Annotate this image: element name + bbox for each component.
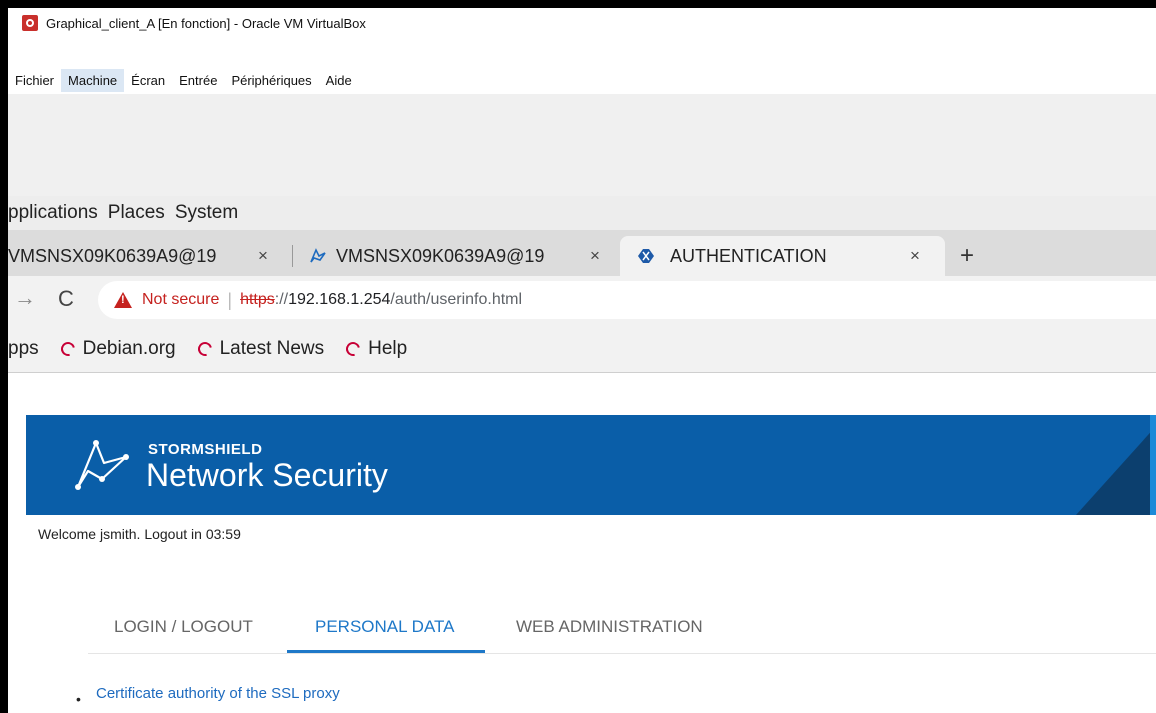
tab-title: AUTHENTICATION — [670, 245, 827, 266]
stormshield-shield-icon — [638, 249, 654, 263]
window-title-bar: Graphical_client_A [En fonction] - Oracl… — [8, 8, 1156, 38]
brand-product: Network Security — [146, 457, 388, 493]
tab-separator — [292, 245, 293, 267]
url-path: /auth/userinfo.html — [390, 291, 523, 308]
tab-close-icon[interactable]: × — [258, 246, 268, 266]
menu-peripheriques[interactable]: Périphériques — [224, 69, 318, 92]
menu-entree[interactable]: Entrée — [172, 69, 224, 92]
stormshield-banner: STORMSHIELD Network Security — [26, 415, 1156, 515]
banner-decoration — [1076, 415, 1156, 515]
gnome-places-menu[interactable]: Places — [108, 202, 165, 224]
tab-personal-data[interactable]: PERSONAL DATA — [315, 617, 455, 637]
bookmark-label: pps — [8, 338, 39, 359]
bookmark-label: Help — [368, 338, 408, 359]
banner-decoration-edge — [1150, 415, 1156, 515]
browser-tab-2[interactable]: VMSNSX09K0639A9@19 × — [308, 236, 618, 276]
menu-ecran[interactable]: Écran — [124, 69, 172, 92]
active-tab-indicator — [287, 650, 485, 653]
new-tab-button[interactable]: + — [960, 242, 974, 270]
address-bar[interactable]: Not secure | https://192.168.1.254/auth/… — [98, 281, 1156, 319]
vm-display-top — [8, 94, 1156, 196]
stormshield-logo-icon — [75, 440, 129, 490]
not-secure-label[interactable]: Not secure — [142, 291, 219, 309]
tab-close-icon[interactable]: × — [910, 246, 920, 266]
bookmark-debian[interactable]: Debian.org — [58, 338, 176, 360]
gnome-applications-menu[interactable]: pplications — [8, 202, 98, 224]
browser-tab-strip: VMSNSX09K0639A9@19 × VMSNSX09K0639A9@19 … — [8, 230, 1156, 276]
bookmark-help[interactable]: Help — [343, 338, 408, 360]
menu-aide[interactable]: Aide — [319, 69, 359, 92]
bookmark-latest-news[interactable]: Latest News — [195, 338, 325, 360]
bookmark-label: Latest News — [219, 338, 325, 359]
browser-toolbar: → C Not secure | https://192.168.1.254/a… — [8, 276, 1156, 326]
bookmark-label: Debian.org — [82, 338, 176, 359]
portal-tabs: LOGIN / LOGOUT PERSONAL DATA WEB ADMINIS… — [88, 601, 1156, 654]
url-scheme-separator: :// — [274, 291, 289, 308]
browser-tab-1[interactable]: VMSNSX09K0639A9@19 × — [8, 236, 288, 276]
virtualbox-icon — [22, 15, 38, 31]
menu-machine[interactable]: Machine — [61, 68, 125, 92]
url-scheme: https — [240, 291, 275, 308]
debian-icon — [195, 339, 215, 359]
vbox-menu-bar: Fichier Machine Écran Entrée Périphériqu… — [8, 66, 1156, 94]
debian-icon — [58, 339, 78, 359]
bookmark-apps[interactable]: pps — [8, 338, 39, 360]
stormshield-logo-icon — [310, 248, 326, 263]
warning-triangle-icon — [114, 292, 132, 308]
screen-frame: Graphical_client_A [En fonction] - Oracl… — [8, 8, 1156, 713]
bookmarks-bar: pps Debian.org Latest News Help — [8, 326, 1156, 373]
gnome-system-menu[interactable]: System — [175, 202, 238, 224]
omnibox-divider: | — [227, 289, 233, 310]
window-title: Graphical_client_A [En fonction] - Oracl… — [46, 15, 366, 31]
tab-title: VMSNSX09K0639A9@19 — [336, 245, 545, 266]
list-bullet: • — [76, 691, 81, 707]
tab-login-logout[interactable]: LOGIN / LOGOUT — [114, 617, 253, 637]
tab-web-administration[interactable]: WEB ADMINISTRATION — [516, 617, 703, 637]
tab-title: VMSNSX09K0639A9@19 — [8, 245, 217, 266]
link-ssl-proxy-ca[interactable]: Certificate authority of the SSL proxy — [96, 685, 340, 702]
debian-icon — [343, 339, 363, 359]
web-page-content: STORMSHIELD Network Security Welcome jsm… — [8, 373, 1156, 713]
menu-fichier[interactable]: Fichier — [8, 69, 61, 92]
forward-arrow-icon[interactable]: → — [14, 285, 36, 311]
tab-close-icon[interactable]: × — [590, 246, 600, 266]
browser-tab-active[interactable]: AUTHENTICATION × — [620, 236, 945, 276]
brand-name: STORMSHIELD — [148, 441, 263, 458]
url-host: 192.168.1.254 — [288, 291, 391, 308]
gnome-panel: pplications Places System — [8, 196, 1156, 230]
reload-icon[interactable]: C — [58, 286, 74, 312]
welcome-message: Welcome jsmith. Logout in 03:59 — [38, 526, 241, 542]
